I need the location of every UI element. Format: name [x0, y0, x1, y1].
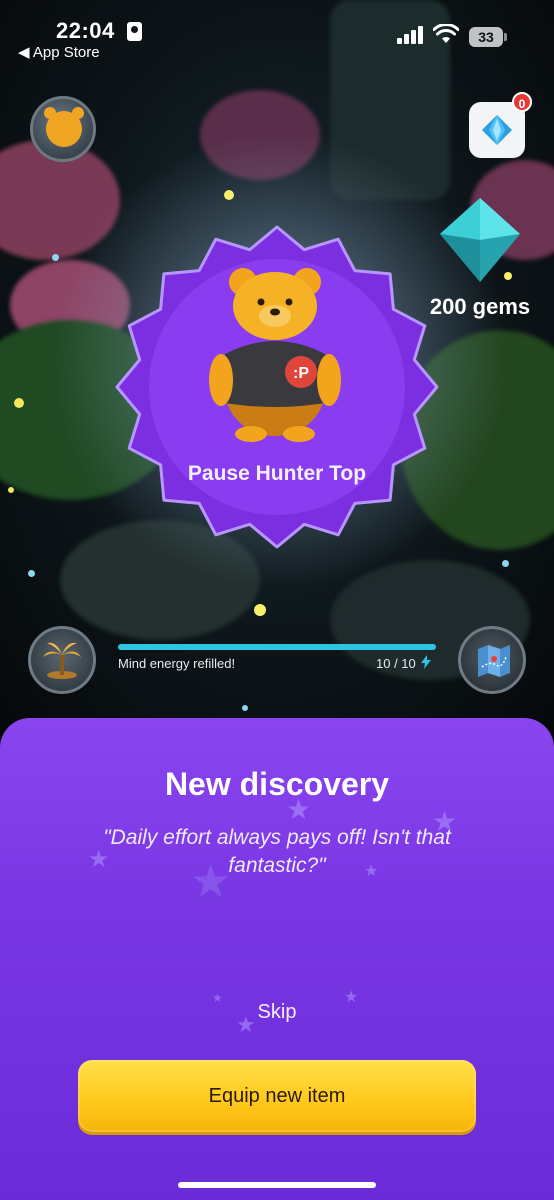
shirt-logo: :P: [293, 365, 309, 382]
island-button[interactable]: [28, 626, 96, 694]
wifi-icon: [433, 24, 459, 43]
map-button[interactable]: [458, 626, 526, 694]
sheet-title: New discovery: [164, 766, 390, 802]
gem-icon: [482, 115, 512, 145]
home-indicator: [178, 1182, 376, 1188]
lightning-bolt-icon: [421, 655, 431, 669]
map-icon: [478, 645, 510, 677]
gem-reward-icon: [440, 198, 520, 282]
signal-icon: [397, 26, 425, 44]
energy-count: 10 / 10: [376, 656, 416, 671]
battery-level: 33: [469, 27, 503, 47]
sparkle: [502, 560, 509, 567]
sparkle: [8, 487, 14, 493]
notification-badge: 0: [512, 92, 532, 112]
sparkle: [224, 190, 234, 200]
sparkle: [254, 604, 266, 616]
bear-outfit-figure: :P: [209, 268, 341, 442]
energy-progress-bar: [118, 644, 436, 650]
equip-new-item-button[interactable]: Equip new item: [78, 1060, 476, 1132]
energy-progress-fill: [118, 644, 436, 650]
sparkle: [14, 398, 24, 408]
energy-status-label: Mind energy refilled!: [118, 656, 236, 671]
status-time: 22:04: [56, 18, 115, 43]
palm-tree-icon: [43, 642, 81, 679]
discovery-sheet: ★ ★ ★ ★ ★ ★ ★ ★ ★ ★ New discovery "Daily…: [0, 718, 554, 1200]
profile-avatar-icon: [44, 107, 84, 147]
star-decoration: ★: [344, 989, 359, 1006]
sheet-quote: "Daily effort always pays off! Isn't tha…: [103, 826, 451, 877]
back-to-app-store-link[interactable]: ◀ App Store: [18, 43, 100, 61]
sparkle: [28, 570, 35, 577]
sparkle: [52, 254, 59, 261]
contact-card-icon: [127, 22, 142, 41]
battery-icon: 33: [469, 27, 507, 47]
sparkle: [242, 705, 248, 711]
skip-button[interactable]: Skip: [217, 994, 337, 1030]
profile-avatar-button[interactable]: [30, 96, 96, 162]
gem-reward-label: 200 gems: [429, 294, 531, 319]
status-bar: 22:04 ◀ App Store 33: [0, 0, 554, 64]
discovered-item-name: Pause Hunter Top: [187, 462, 367, 485]
